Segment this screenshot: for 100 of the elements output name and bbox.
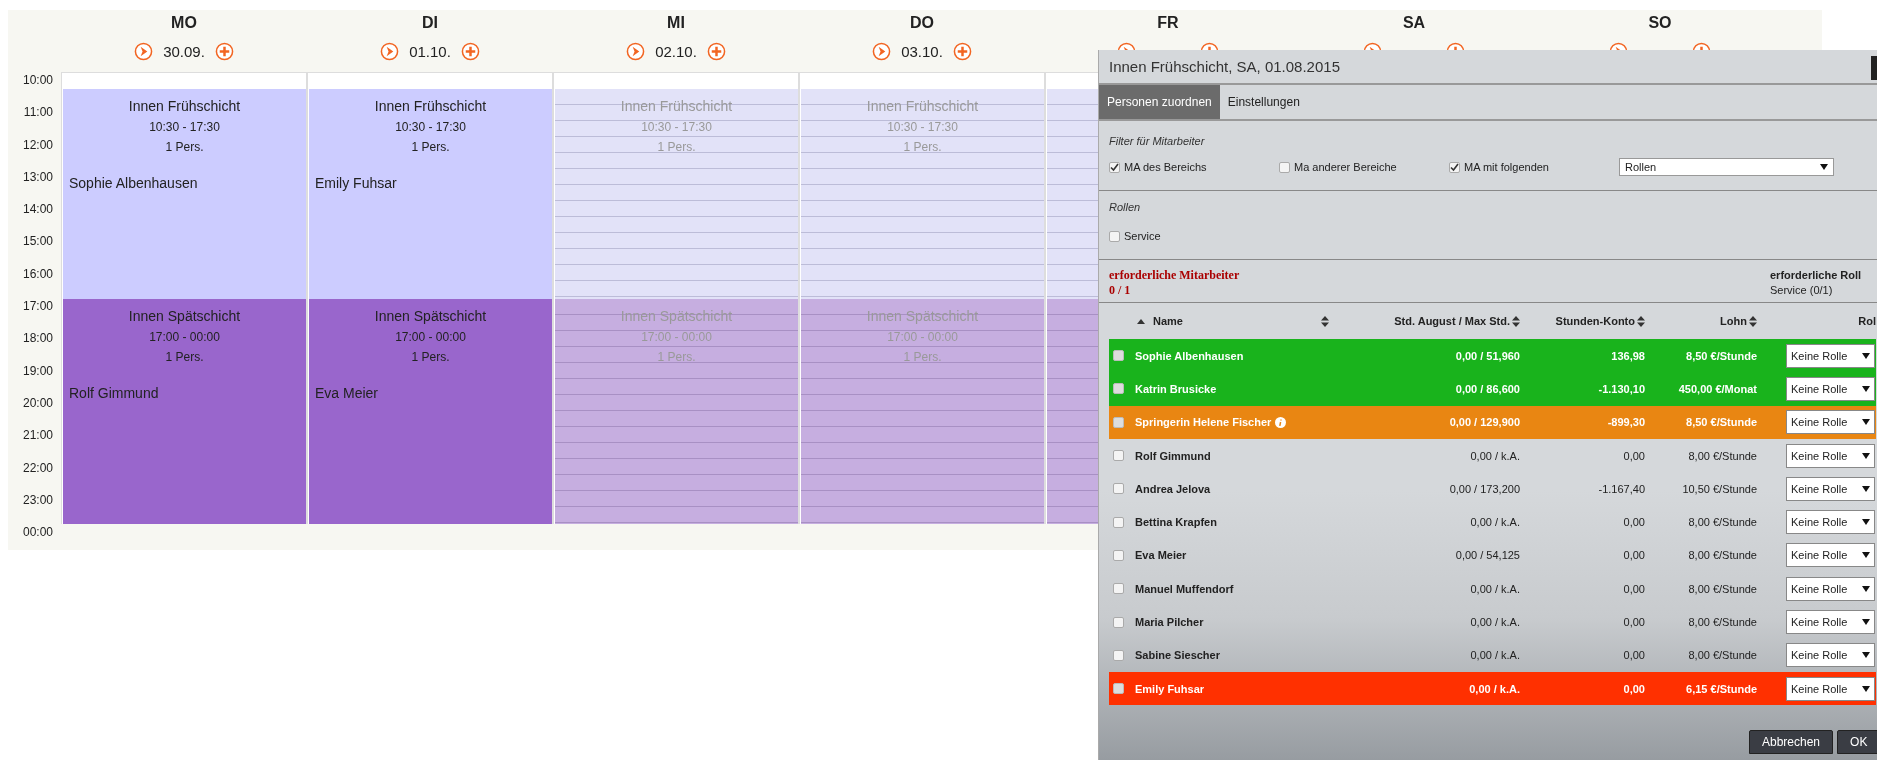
caret-icon[interactable]	[1862, 452, 1870, 459]
role-dropdown[interactable]: Keine Rolle	[1786, 543, 1875, 568]
shift-block[interactable]: Innen Spätschicht 17:00 - 00:00 1 Pers. Eva Meier	[308, 298, 552, 524]
role-dropdown[interactable]: Keine Rolle	[1786, 376, 1875, 401]
shift-block[interactable]: Innen Frühschicht 10:30 - 17:30 1 Pers. Sophie Albenhausen	[62, 89, 306, 299]
checkbox[interactable]	[1109, 230, 1120, 242]
shift-title: Innen Spätschicht	[866, 306, 979, 325]
table-row[interactable]: Eva Meier 0,00 / 54,125 0,00 8,00 €/Stunde Keine Rolle	[1109, 538, 1876, 573]
column-header[interactable]: Name	[1135, 315, 1335, 327]
table-row[interactable]: Maria Pilcher 0,00 / k.A. 0,00 8,00 €/Stunde Keine Rolle	[1109, 605, 1876, 639]
sort-icon[interactable]	[1637, 315, 1645, 327]
add-icon[interactable]	[952, 41, 972, 61]
add-icon[interactable]	[214, 41, 234, 61]
arrow-right-icon[interactable]	[872, 41, 892, 61]
shift-block[interactable]: Innen Spätschicht 17:00 - 00:00 1 Pers. Rolf Gimmund	[62, 298, 306, 524]
arrow-right-icon[interactable]	[380, 41, 400, 61]
column-header[interactable]: Std. August / Max Std.	[1335, 315, 1520, 327]
table-cell-text: 0,00	[1622, 682, 1645, 695]
weekday-label: MI	[667, 14, 685, 32]
role-dropdown[interactable]: Keine Rolle	[1786, 610, 1875, 634]
table-row[interactable]: Bettina Krapfen 0,00 / k.A. 0,00 8,00 €/Stunde Keine Rolle	[1109, 505, 1876, 539]
tab[interactable]: Einstellungen	[1219, 85, 1308, 119]
checkbox[interactable]	[1113, 549, 1124, 561]
dialog-button[interactable]: OK	[1837, 730, 1877, 754]
roles-dropdown[interactable]: Rollen	[1619, 158, 1834, 176]
caret-icon[interactable]	[1862, 352, 1870, 359]
table-cell-text: 8,00 €/Stunde	[1687, 649, 1757, 662]
time-label: 19:00	[21, 362, 54, 380]
employee-name: Manuel Muffendorf	[1135, 582, 1234, 595]
caret-icon[interactable]	[1820, 164, 1828, 170]
checkbox[interactable]	[1449, 161, 1460, 173]
shift-staff-count: 1 Pers.	[903, 139, 942, 155]
role-dropdown[interactable]: Keine Rolle	[1786, 476, 1875, 501]
caret-icon[interactable]	[1862, 419, 1870, 426]
table-row[interactable]: Springerin Helene Fischer 0,00 / 129,900 -899,30 8,50 €/Stunde Keine Rolle	[1109, 405, 1876, 439]
caret-icon[interactable]	[1862, 485, 1870, 492]
time-label: 13:00	[21, 168, 54, 186]
table-row[interactable]: Sophie Albenhausen 0,00 / 51,960 136,98 8,50 €/Stunde Keine Rolle	[1109, 339, 1876, 373]
role-dropdown[interactable]: Keine Rolle	[1786, 410, 1875, 435]
role-dropdown[interactable]: Keine Rolle	[1786, 510, 1875, 535]
role-dropdown[interactable]: Keine Rolle	[1786, 443, 1875, 468]
checkbox[interactable]	[1113, 416, 1124, 428]
checkbox[interactable]	[1113, 350, 1124, 362]
sort-icon[interactable]	[1512, 315, 1520, 327]
caret-icon[interactable]	[1862, 585, 1870, 592]
table-cell-text: 10,50 €/Stunde	[1681, 482, 1757, 495]
shift-time: 10:30 - 17:30	[887, 119, 958, 135]
sort-icon[interactable]	[1749, 315, 1757, 327]
checkbox[interactable]	[1113, 450, 1124, 462]
sort-icon[interactable]	[1321, 315, 1329, 327]
role-dropdown[interactable]: Keine Rolle	[1786, 343, 1875, 368]
caret-icon[interactable]	[1862, 519, 1870, 526]
checkbox-label: Service	[1124, 230, 1161, 242]
add-icon[interactable]	[706, 41, 726, 61]
caret-icon[interactable]	[1862, 619, 1870, 625]
table-cell-text: 8,00 €/Stunde	[1687, 582, 1757, 595]
checkbox[interactable]	[1109, 161, 1120, 173]
table-row[interactable]: Andrea Jelova 0,00 / 173,200 -1.167,40 10,50 €/Stunde Keine Rolle	[1109, 472, 1876, 506]
tab[interactable]: Personen zuordnen	[1099, 85, 1220, 119]
checkbox[interactable]	[1113, 683, 1124, 695]
arrow-right-icon[interactable]	[626, 41, 646, 61]
column-header[interactable]: Stunden-Konto	[1520, 315, 1645, 327]
checkbox[interactable]	[1113, 483, 1124, 495]
caret-icon[interactable]	[1862, 385, 1870, 392]
table-row[interactable]: Katrin Brusicke 0,00 / 86,600 -1.130,10 450,00 €/Monat Keine Rolle	[1109, 372, 1876, 406]
role-dropdown[interactable]: Keine Rolle	[1786, 643, 1875, 668]
column-header[interactable]: Lohn	[1645, 315, 1757, 327]
role-dropdown[interactable]: Keine Rolle	[1786, 676, 1875, 701]
time-label: 11:00	[22, 104, 54, 122]
required-roles-label: erforderliche Roll	[1770, 268, 1863, 283]
caret-icon[interactable]	[1862, 552, 1870, 559]
checkbox[interactable]	[1279, 161, 1290, 173]
employee-name: Maria Pilcher	[1135, 616, 1204, 628]
table-cell-text: 0,00 / 129,900	[1448, 416, 1520, 429]
table-row[interactable]: Sabine Siescher 0,00 / k.A. 0,00 8,00 €/Stunde Keine Rolle	[1109, 638, 1876, 672]
column-header[interactable]: Rol	[1786, 315, 1876, 327]
info-icon[interactable]	[1275, 416, 1287, 428]
table-cell-text: 450,00 €/Monat	[1677, 382, 1757, 395]
table-row[interactable]: Manuel Muffendorf 0,00 / k.A. 0,00 8,00 €/Stunde Keine Rolle	[1109, 572, 1876, 606]
weekday-label: DI	[422, 14, 438, 32]
checkbox[interactable]	[1113, 383, 1124, 395]
checkbox[interactable]	[1113, 616, 1124, 628]
checkbox[interactable]	[1113, 583, 1124, 595]
sort-ascending-icon[interactable]	[1137, 318, 1145, 324]
caret-icon[interactable]	[1862, 685, 1870, 692]
role-dropdown[interactable]: Keine Rolle	[1786, 576, 1875, 601]
checkbox[interactable]	[1113, 649, 1124, 661]
shift-time: 17:00 - 00:00	[149, 328, 220, 345]
shift-block[interactable]: Innen Frühschicht 10:30 - 17:30 1 Pers. Emily Fuhsar	[308, 89, 552, 299]
table-cell-text: 0,00 / k.A.	[1468, 682, 1520, 695]
table-row[interactable]: Emily Fuhsar 0,00 / k.A. 0,00 6,15 €/Stunde Keine Rolle	[1109, 671, 1876, 706]
dialog-button[interactable]: Abbrechen	[1749, 730, 1834, 754]
add-icon[interactable]	[460, 41, 480, 61]
time-label: 20:00	[21, 394, 54, 412]
caret-icon[interactable]	[1862, 652, 1870, 659]
table-cell-text: 8,00 €/Stunde	[1687, 549, 1757, 562]
employee-name: Emily Fuhsar	[1135, 682, 1205, 695]
table-row[interactable]: Rolf Gimmund 0,00 / k.A. 0,00 8,00 €/Stunde Keine Rolle	[1109, 438, 1876, 473]
arrow-right-icon[interactable]	[134, 41, 154, 61]
checkbox[interactable]	[1113, 516, 1124, 528]
